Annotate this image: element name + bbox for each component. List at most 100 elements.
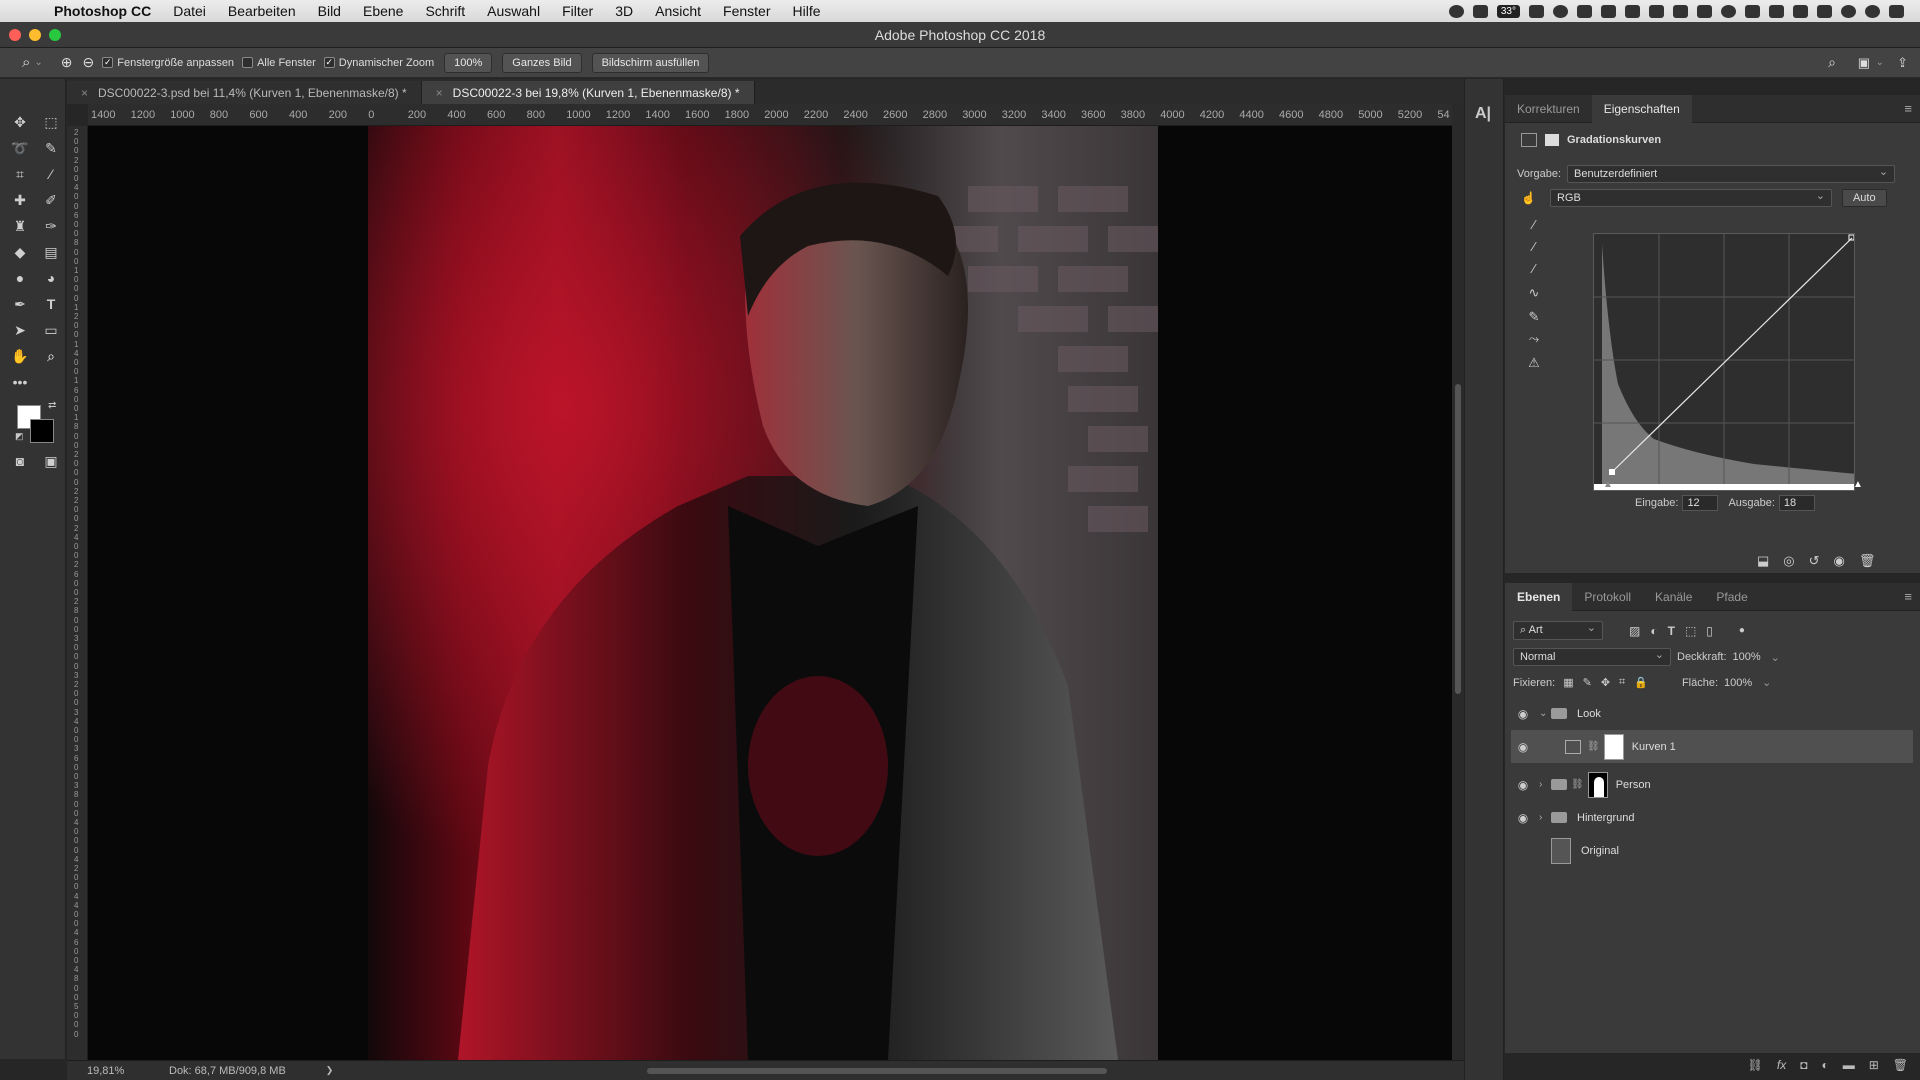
canvas-vertical-scrollbar[interactable] xyxy=(1452,104,1464,1060)
group-collapsed-chevron-icon[interactable]: › xyxy=(1539,779,1551,790)
filter-type-icon[interactable]: T xyxy=(1668,624,1675,638)
background-color-swatch[interactable] xyxy=(30,419,54,443)
channel-select[interactable]: RGB xyxy=(1549,189,1832,207)
blur-tool-icon[interactable]: ● xyxy=(9,268,31,288)
monitor-icon[interactable] xyxy=(1529,4,1544,18)
link-icon[interactable]: ⛓ xyxy=(1571,779,1584,790)
swap-colors-icon[interactable]: ⇄ xyxy=(48,400,56,411)
filter-toggle-icon[interactable]: ● xyxy=(1739,625,1745,636)
layer-group-person[interactable]: ◉ › ⛓ Person xyxy=(1511,768,1913,801)
group-collapsed-chevron-icon[interactable]: › xyxy=(1539,812,1551,823)
lock-all-icon[interactable]: 🔒 xyxy=(1634,676,1648,689)
gradient-tool-icon[interactable]: ▤ xyxy=(40,242,62,262)
wifi-icon[interactable] xyxy=(1769,4,1784,18)
canvas-horizontal-scrollbar[interactable] xyxy=(647,1068,1107,1074)
fit-screen-button[interactable]: Ganzes Bild xyxy=(502,52,582,73)
fit-window-checkbox[interactable]: ✓ Fenstergröße anpassen xyxy=(102,57,234,69)
smart-object-thumbnail[interactable] xyxy=(1551,837,1571,864)
link-icon[interactable]: ⛓ xyxy=(1587,741,1600,752)
lasso-tool-icon[interactable]: ➰ xyxy=(9,138,31,158)
zoom-100-button[interactable]: 100% xyxy=(444,52,493,73)
dropbox-icon[interactable] xyxy=(1601,4,1616,18)
preset-select[interactable]: Benutzerdefiniert xyxy=(1567,165,1896,183)
auto-button[interactable]: Auto xyxy=(1841,189,1887,207)
delete-adjustment-icon[interactable]: 🗑 xyxy=(1859,553,1876,569)
menu-ebene[interactable]: Ebene xyxy=(352,3,414,19)
eyedropper-tool-icon[interactable]: ⁄ xyxy=(40,164,62,184)
all-windows-checkbox[interactable]: Alle Fenster xyxy=(242,57,316,69)
white-point-eyedropper-icon[interactable]: ⁄ xyxy=(1525,261,1543,279)
menu-fenster[interactable]: Fenster xyxy=(712,3,781,19)
layer-style-icon[interactable]: fx xyxy=(1777,1058,1786,1076)
output-value-field[interactable]: 18 xyxy=(1778,495,1815,511)
chat-icon[interactable] xyxy=(1673,4,1688,18)
menu-app[interactable]: Photoshop CC xyxy=(54,3,162,19)
close-tab-icon[interactable]: × xyxy=(81,86,88,100)
zoom-window-button[interactable] xyxy=(49,29,61,41)
workspace-chevron-icon[interactable]: ⌄ xyxy=(1876,57,1884,68)
opacity-value[interactable]: 100% xyxy=(1733,651,1761,663)
white-input-slider-icon[interactable]: ▲ xyxy=(1853,479,1863,490)
marquee-tool-icon[interactable]: ⬚ xyxy=(40,112,62,132)
layer-mask-thumbnail[interactable] xyxy=(1603,733,1624,760)
siri-icon[interactable] xyxy=(1865,4,1880,18)
share-icon[interactable]: ⇪ xyxy=(1897,55,1908,71)
quick-mask-icon[interactable]: ◙ xyxy=(9,451,31,471)
gray-point-eyedropper-icon[interactable]: ⁄ xyxy=(1525,239,1543,257)
document-canvas[interactable] xyxy=(88,126,1452,1060)
scrollbar-thumb[interactable] xyxy=(1455,384,1461,694)
search-icon[interactable]: ⌕ xyxy=(1828,54,1836,71)
filter-pixel-icon[interactable]: ▨ xyxy=(1629,624,1640,638)
tab-eigenschaften[interactable]: Eigenschaften xyxy=(1591,94,1692,123)
brush-tool-icon[interactable]: ✐ xyxy=(40,190,62,210)
layer-original[interactable]: Original xyxy=(1511,834,1913,867)
spotlight-icon[interactable] xyxy=(1841,4,1856,18)
time-machine-icon[interactable] xyxy=(1697,4,1712,18)
keyboard-icon[interactable] xyxy=(1649,4,1664,18)
panel-menu-icon[interactable]: ≡ xyxy=(1904,101,1912,116)
close-tab-icon[interactable]: × xyxy=(436,86,443,100)
battery-icon[interactable] xyxy=(1817,4,1832,18)
toggle-visibility-icon[interactable]: ◉ xyxy=(1834,553,1845,569)
tab-ebenen[interactable]: Ebenen xyxy=(1505,582,1573,611)
eraser-tool-icon[interactable]: ◆ xyxy=(9,242,31,262)
tab-protokoll[interactable]: Protokoll xyxy=(1572,583,1643,611)
zoom-out-icon[interactable]: ⊖ xyxy=(83,54,95,71)
visibility-eye-icon[interactable]: ◉ xyxy=(1515,811,1531,825)
curve-point-tool-icon[interactable]: ∿ xyxy=(1525,285,1543,303)
minimize-window-button[interactable] xyxy=(29,29,41,41)
menu-bearbeiten[interactable]: Bearbeiten xyxy=(217,3,307,19)
curves-graph-svg[interactable] xyxy=(1594,234,1855,491)
clone-stamp-tool-icon[interactable]: ♜ xyxy=(9,216,31,236)
visibility-eye-icon[interactable]: ◉ xyxy=(1515,740,1531,754)
tool-preset-chevron-icon[interactable]: ⌄ xyxy=(34,57,42,68)
target-adjustment-icon[interactable]: ☝ xyxy=(1521,191,1536,205)
history-brush-tool-icon[interactable]: ✑ xyxy=(40,216,62,236)
healing-brush-tool-icon[interactable]: ✚ xyxy=(9,190,31,210)
black-point-eyedropper-icon[interactable]: ⁄ xyxy=(1525,217,1543,235)
group-expanded-chevron-icon[interactable]: ⌄ xyxy=(1539,708,1551,719)
input-value-field[interactable]: 12 xyxy=(1682,495,1719,511)
evernote-icon[interactable] xyxy=(1577,4,1592,18)
panel-menu-icon[interactable]: ≡ xyxy=(1904,589,1912,604)
filter-shape-icon[interactable]: ⬚ xyxy=(1685,624,1696,638)
menu-filter[interactable]: Filter xyxy=(551,3,604,19)
airplay-icon[interactable] xyxy=(1793,4,1808,18)
menu-ansicht[interactable]: Ansicht xyxy=(644,3,712,19)
curve-control-point[interactable] xyxy=(1609,469,1615,475)
document-tab[interactable]: × DSC00022-3.psd bei 11,4% (Kurven 1, Eb… xyxy=(67,81,422,104)
add-mask-icon[interactable]: ◘ xyxy=(1800,1058,1807,1076)
display-icon[interactable] xyxy=(1472,4,1488,18)
menu-schrift[interactable]: Schrift xyxy=(414,3,476,19)
move-tool-icon[interactable]: ✥ xyxy=(9,112,31,132)
curves-graph[interactable] xyxy=(1593,233,1855,491)
new-layer-icon[interactable]: ⊞ xyxy=(1869,1058,1879,1076)
zoom-tool-icon[interactable]: ⌕ xyxy=(40,346,62,366)
curve-line[interactable] xyxy=(1611,237,1853,473)
tab-korrekturen[interactable]: Korrekturen xyxy=(1505,95,1592,123)
quick-selection-tool-icon[interactable]: ✎ xyxy=(40,138,62,158)
sync-icon[interactable] xyxy=(1721,4,1736,18)
clipping-warning-icon[interactable]: ⚠ xyxy=(1525,355,1543,373)
record-icon[interactable] xyxy=(1448,4,1464,18)
close-window-button[interactable] xyxy=(9,29,21,41)
